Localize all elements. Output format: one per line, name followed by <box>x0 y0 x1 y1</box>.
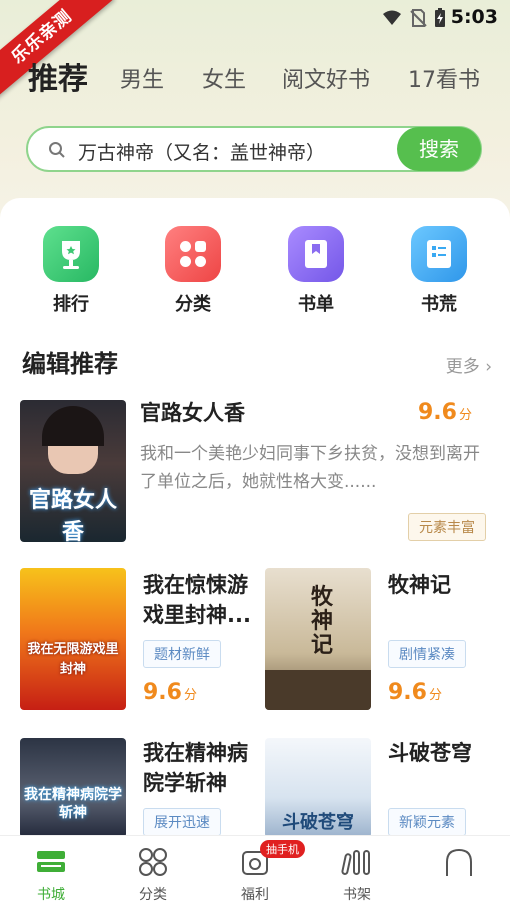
nav-bookshelf[interactable]: 书架 <box>317 842 397 904</box>
trophy-icon <box>43 226 99 282</box>
book-cover[interactable]: 官路女人香 <box>20 400 126 542</box>
category-classify[interactable]: 分类 <box>158 226 228 316</box>
grid-icon <box>165 226 221 282</box>
bottom-navigation: 书城 分类 福利 书架 <box>0 835 510 908</box>
cover-hair <box>42 406 104 446</box>
category-label: 排行 <box>53 294 89 315</box>
tab-female[interactable]: 女生 <box>202 62 246 94</box>
title-line: 我在精神病 <box>143 741 248 765</box>
title-line: 牧神记 <box>388 573 451 597</box>
book-cover[interactable]: 牧神记 <box>265 568 371 710</box>
search-input[interactable]: 万古神帝（又名：盖世神帝） <box>78 138 325 165</box>
category-bookfamine[interactable]: 书荒 <box>404 226 474 316</box>
category-label: 书单 <box>298 294 334 315</box>
wifi-icon <box>383 10 401 25</box>
nav-category[interactable]: 分类 <box>113 842 193 904</box>
search-icon <box>49 142 65 158</box>
profile-icon <box>446 848 472 876</box>
search-button[interactable]: 搜索 <box>397 127 481 171</box>
booklist-icon <box>288 226 344 282</box>
chevron-right-icon: › <box>485 357 492 377</box>
clock: 5:03 <box>450 6 498 28</box>
book-tag: 新颖元素 <box>388 808 466 836</box>
channel-tabs: 推荐 男生 女生 阅文好书 17看书 <box>28 50 510 100</box>
title-line: 斗破苍穹 <box>388 741 472 765</box>
cover-title: 我在无限游戏里封神 <box>27 642 119 677</box>
score-unit: 分 <box>428 688 442 703</box>
book-title[interactable]: 牧神记 <box>388 570 451 600</box>
nav-label: 书架 <box>343 887 371 903</box>
title-line: 我在惊悚游 <box>143 573 248 597</box>
cover-title: 我在精神病院学斩神 <box>24 787 122 821</box>
cover-title: 斗破苍穹 <box>282 812 354 833</box>
book-cover[interactable]: 我在无限游戏里封神 <box>20 568 126 710</box>
section-title: 编辑推荐 <box>22 350 118 378</box>
search-bar[interactable]: 万古神帝（又名：盖世神帝） 搜索 <box>26 126 482 172</box>
category-ranking[interactable]: 排行 <box>36 226 106 316</box>
more-link[interactable]: 更多 › <box>446 352 492 377</box>
book-score: 9.6 分 <box>388 680 442 705</box>
book-title[interactable]: 斗破苍穹 <box>388 738 472 768</box>
book-score: 9.6 分 <box>143 680 197 705</box>
category-label: 书荒 <box>421 294 457 315</box>
cover-ground <box>265 670 371 710</box>
welfare-badge: 抽手机 <box>260 840 305 858</box>
tab-17kanshu[interactable]: 17看书 <box>408 62 480 94</box>
book-cover[interactable]: 斗破苍穹 <box>265 738 371 838</box>
category-icon <box>139 848 167 876</box>
cover-title: 牧神记 <box>310 585 333 658</box>
title-line: 戏里封神... <box>143 603 251 627</box>
book-tag: 题材新鲜 <box>143 640 221 668</box>
score-value: 9.6 <box>143 680 182 705</box>
score-value: 9.6 <box>418 400 457 425</box>
tab-male[interactable]: 男生 <box>120 62 164 94</box>
bookstore-icon <box>37 851 65 872</box>
book-title[interactable]: 我在惊悚游戏里封神... <box>143 570 251 630</box>
bookshelf-icon <box>341 850 370 875</box>
nav-profile[interactable] <box>419 842 499 884</box>
category-label: 分类 <box>175 294 211 315</box>
score-unit: 分 <box>458 408 472 423</box>
book-tag: 剧情紧凑 <box>388 640 466 668</box>
cover-title: 官路女人香 <box>28 488 117 542</box>
book-title[interactable]: 官路女人香 <box>140 398 245 428</box>
book-score: 9.6 分 <box>418 400 472 425</box>
tab-recommend[interactable]: 推荐 <box>28 54 88 98</box>
more-label: 更多 <box>445 357 480 377</box>
book-cover[interactable]: 我在精神病院学斩神 <box>20 738 126 838</box>
tab-yuewen[interactable]: 阅文好书 <box>282 62 370 94</box>
book-tag: 展开迅速 <box>143 808 221 836</box>
book-title[interactable]: 我在精神病 院学斩神 <box>143 738 248 798</box>
book-description: 我和一个美艳少妇同事下乡扶贫，没想到离开了单位之后，她就性格大变...... <box>140 444 480 492</box>
nav-bookstore[interactable]: 书城 <box>11 842 91 904</box>
title-line: 院学斩神 <box>143 771 227 795</box>
no-sim-icon <box>410 9 427 27</box>
battery-icon <box>435 8 445 27</box>
nav-label: 福利 <box>241 887 269 903</box>
category-booklist[interactable]: 书单 <box>281 226 351 316</box>
nav-label: 书城 <box>37 887 65 903</box>
book-icon <box>411 226 467 282</box>
nav-label: 分类 <box>139 887 167 903</box>
score-unit: 分 <box>183 688 197 703</box>
book-tag: 元素丰富 <box>408 513 486 541</box>
score-value: 9.6 <box>388 680 427 705</box>
